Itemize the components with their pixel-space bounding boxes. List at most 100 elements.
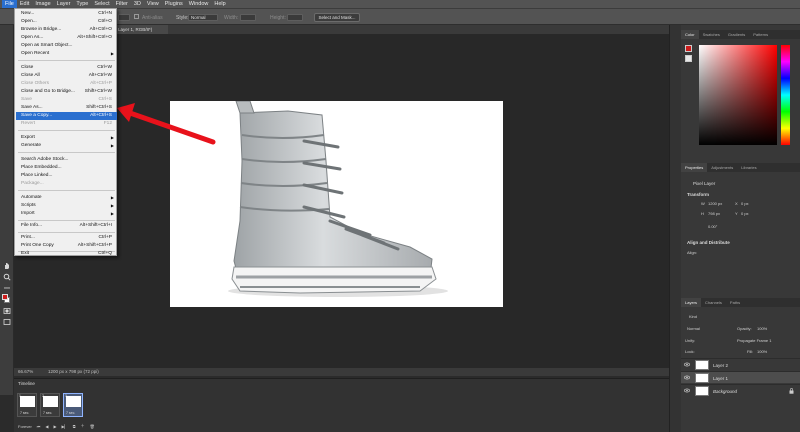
menu-item-open-recent[interactable]: Open Recent ▶ [16, 50, 117, 58]
menu-item-open[interactable]: Open... Ctrl+O [16, 18, 117, 26]
select-and-mask-button[interactable]: Select and Mask... [314, 13, 360, 22]
menu-edit[interactable]: Edit [17, 0, 32, 8]
menu-item-close-and-go-to-bridge[interactable]: Close and Go to Bridge... Shift+Ctrl+W [16, 88, 117, 96]
hue-slider[interactable] [781, 45, 790, 145]
frame-delay[interactable]: 7 sec. [66, 411, 75, 415]
menu-item-print[interactable]: Print... Ctrl+P [16, 234, 117, 242]
quick-mask-icon[interactable] [3, 307, 11, 315]
x-input[interactable]: 0 px [741, 201, 749, 206]
menu-item-file-info[interactable]: File Info... Alt+Shift+Ctrl+I [16, 222, 117, 230]
timeline-frame[interactable]: 1 7 sec. [17, 393, 37, 417]
menu-item-generate[interactable]: Generate ▶ [16, 142, 117, 150]
delete-frame-icon[interactable]: 🗑 [90, 424, 95, 429]
menu-file[interactable]: File [2, 0, 17, 8]
menu-select[interactable]: Select [91, 0, 112, 8]
properties-panel-tabs: Properties Adjustments Libraries [681, 163, 800, 172]
menu-item-import[interactable]: Import ▶ [16, 210, 117, 218]
previous-frame-icon[interactable]: ◀ [45, 424, 48, 429]
layer-row-selected[interactable]: Layer 1 [681, 371, 800, 383]
screen-mode-icon[interactable] [3, 318, 11, 326]
panel-foreground-swatch[interactable] [685, 45, 692, 52]
w-input[interactable]: 1200 px [708, 201, 722, 206]
menu-item-automate[interactable]: Automate ▶ [16, 194, 117, 202]
menu-item-open-as-smart-object[interactable]: Open as Smart Object... [16, 42, 117, 50]
layer-row[interactable]: Background [681, 384, 800, 396]
fill-input[interactable]: 100% [757, 349, 767, 354]
propagate-frame-checkbox[interactable]: Propagate Frame 1 [737, 338, 771, 343]
tab-gradients[interactable]: Gradients [724, 30, 749, 39]
eye-icon[interactable] [683, 388, 691, 395]
menu-item-close[interactable]: Close Ctrl+W [16, 64, 117, 72]
height-input[interactable] [287, 13, 303, 21]
tab-patterns[interactable]: Patterns [749, 30, 772, 39]
tab-channels[interactable]: Channels [701, 298, 726, 307]
next-frame-icon[interactable]: ▶▏ [62, 424, 68, 429]
menu-help[interactable]: Help [211, 0, 228, 8]
menu-item-save-a-copy[interactable]: Save a Copy... Alt+Ctrl+S [16, 112, 117, 120]
menu-image[interactable]: Image [32, 0, 53, 8]
angle-input[interactable]: 0.00° [708, 224, 717, 229]
align-heading[interactable]: Align and Distribute [687, 240, 730, 245]
menu-item-place-linked[interactable]: Place Linked... [16, 172, 117, 180]
tab-swatches[interactable]: Swatches [699, 30, 724, 39]
tab-properties[interactable]: Properties [681, 163, 708, 172]
menu-item-browse-in-bridge[interactable]: Browse in Bridge... Alt+Ctrl+O [16, 26, 117, 34]
zoom-tool-icon[interactable] [3, 273, 11, 281]
tab-paths[interactable]: Paths [726, 298, 744, 307]
tab-libraries[interactable]: Libraries [737, 163, 760, 172]
tween-icon[interactable]: ⧉ [73, 424, 76, 429]
tab-color[interactable]: Color [681, 30, 699, 39]
menu-item-search-adobe-stock[interactable]: Search Adobe Stock... [16, 156, 117, 164]
style-select[interactable]: Normal [188, 13, 218, 21]
tab-layers[interactable]: Layers [681, 298, 702, 307]
foreground-color-swatch[interactable] [2, 294, 8, 300]
transform-heading[interactable]: Transform [687, 192, 709, 197]
feather-field[interactable] [118, 13, 130, 21]
tools-panel [0, 25, 14, 395]
timeline-frame[interactable]: 2 7 sec. [40, 393, 60, 417]
eye-icon[interactable] [683, 375, 691, 382]
eye-icon[interactable] [683, 362, 691, 369]
more-tools-icon[interactable] [3, 284, 11, 292]
filter-kind-select[interactable]: Kind [689, 314, 697, 319]
menu-item-scripts[interactable]: Scripts ▶ [16, 202, 117, 210]
opacity-input[interactable]: 100% [757, 326, 767, 331]
menu-item-export[interactable]: Export ▶ [16, 134, 117, 142]
frame-delay[interactable]: 7 sec. [20, 411, 29, 415]
color-picker-field[interactable] [699, 45, 777, 145]
menu-3d[interactable]: 3D [131, 0, 144, 8]
h-input[interactable]: 798 px [708, 211, 720, 216]
y-input[interactable]: 0 px [741, 211, 749, 216]
menu-filter[interactable]: Filter [113, 0, 131, 8]
first-frame-icon[interactable]: ⏮ [37, 424, 41, 429]
menu-layer[interactable]: Layer [54, 0, 74, 8]
menu-type[interactable]: Type [73, 0, 91, 8]
timeline-frame-selected[interactable]: 3 7 sec. [63, 393, 83, 417]
menu-window[interactable]: Window [186, 0, 212, 8]
menu-item-save-as[interactable]: Save As... Shift+Ctrl+S [16, 104, 117, 112]
panel-background-swatch[interactable] [685, 55, 692, 62]
menu-item-place-embedded[interactable]: Place Embedded... [16, 164, 117, 172]
layer-row[interactable]: Layer 2 [681, 358, 800, 370]
menu-item-exit[interactable]: Exit Ctrl+Q [16, 251, 117, 256]
duplicate-frame-icon[interactable]: ＋ [81, 423, 85, 429]
blend-mode-select[interactable]: Normal [687, 326, 700, 331]
menu-plugins[interactable]: Plugins [162, 0, 186, 8]
menu-item-print-one-copy[interactable]: Print One Copy Alt+Shift+Ctrl+P [16, 242, 117, 250]
antialias-checkbox[interactable] [134, 14, 139, 19]
layer-name[interactable]: Layer 1 [713, 376, 728, 381]
menu-view[interactable]: View [144, 0, 162, 8]
menu-separator [18, 60, 115, 61]
menu-item-new[interactable]: New... Ctrl+N [16, 10, 117, 18]
loop-select[interactable]: Forever [18, 424, 32, 429]
frame-delay[interactable]: 7 sec. [43, 411, 52, 415]
layer-name[interactable]: Layer 2 [713, 363, 728, 368]
width-input[interactable] [240, 13, 256, 21]
hand-tool-icon[interactable] [3, 262, 11, 270]
tab-adjustments[interactable]: Adjustments [707, 163, 737, 172]
layer-name[interactable]: Background [713, 389, 737, 394]
menu-item-open-as[interactable]: Open As... Alt+Shift+Ctrl+O [16, 34, 117, 42]
zoom-level[interactable]: 66.67% [18, 368, 33, 376]
menu-item-close-all[interactable]: Close All Alt+Ctrl+W [16, 72, 117, 80]
play-icon[interactable]: ▶ [53, 424, 56, 429]
